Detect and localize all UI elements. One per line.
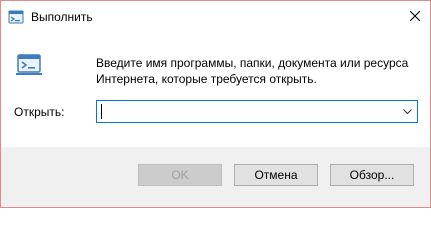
run-dialog: Выполнить Введите имя программы, папки, … — [0, 0, 431, 208]
title-bar: Выполнить — [1, 1, 430, 31]
instruction-text: Введите имя программы, папки, документа … — [96, 56, 409, 86]
chevron-down-icon — [402, 109, 412, 114]
close-button[interactable] — [400, 1, 430, 31]
ok-button[interactable]: OK — [138, 164, 222, 186]
browse-button[interactable]: Обзор... — [330, 164, 414, 186]
close-icon — [410, 11, 420, 21]
open-label: Открыть: — [14, 105, 65, 119]
open-input[interactable] — [97, 101, 401, 122]
run-icon — [8, 10, 24, 24]
window-title: Выполнить — [31, 10, 93, 24]
button-bar: OK Отмена Обзор... — [1, 147, 430, 207]
cancel-button[interactable]: Отмена — [234, 164, 318, 186]
run-icon — [15, 50, 43, 78]
open-combobox[interactable] — [96, 100, 418, 123]
text-caret — [101, 104, 102, 119]
dropdown-button[interactable] — [397, 101, 417, 122]
